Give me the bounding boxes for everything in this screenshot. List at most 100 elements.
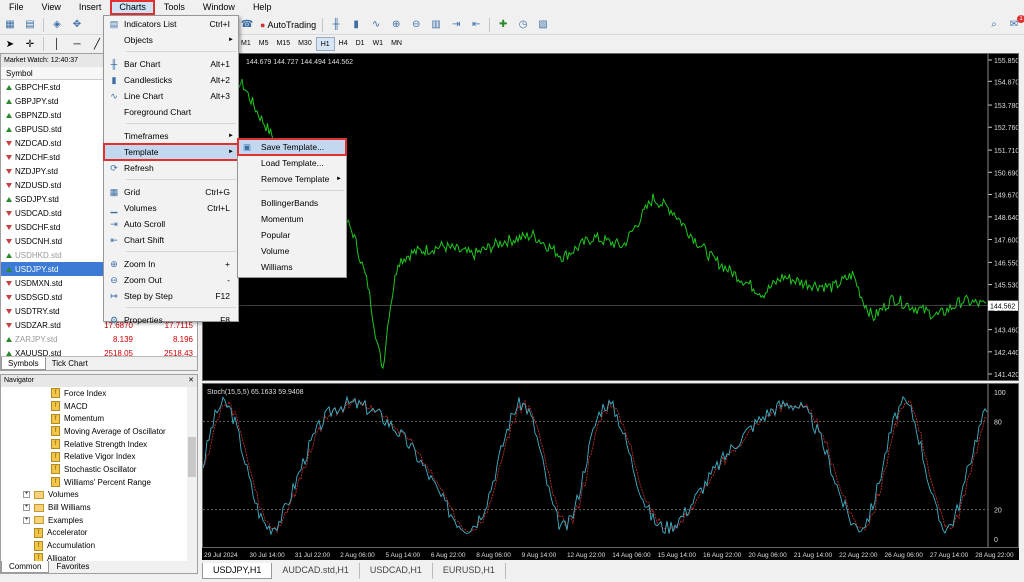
menu-item-refresh[interactable]: ⟳ Refresh xyxy=(104,160,238,176)
market-watch-icon[interactable]: ◈ xyxy=(49,17,65,32)
chart-shift-icon: ⇤ xyxy=(110,234,118,245)
submenu-item-bollingerbands[interactable]: BollingerBands xyxy=(238,195,346,211)
stochastic-subwindow[interactable]: Stoch(15,5,5) 65.1633 59.9408 100 80 20 0 xyxy=(202,383,1019,548)
scrollbar-thumb[interactable] xyxy=(188,437,196,477)
navigator-item[interactable]: f MACD xyxy=(1,400,197,413)
menu-item-zoom-out[interactable]: ⊖ Zoom Out - xyxy=(104,272,238,288)
menu-file[interactable]: File xyxy=(0,0,33,15)
indicators-tool-icon[interactable]: ✚ xyxy=(495,17,511,32)
menu-item-foreground-chart[interactable]: Foreground Chart xyxy=(104,104,238,120)
submenu-item-popular[interactable]: Popular xyxy=(238,227,346,243)
navigator-item[interactable]: f Relative Strength Index xyxy=(1,438,197,451)
vertical-line-icon[interactable]: │ xyxy=(49,37,65,52)
indicator-icon: f xyxy=(34,527,43,538)
menu-item-template[interactable]: Template ► xyxy=(103,143,239,161)
menu-item-chart-shift[interactable]: ⇤ Chart Shift xyxy=(104,232,238,248)
periods-tool-icon[interactable]: ◷ xyxy=(515,17,531,32)
crosshair-icon[interactable]: ✛ xyxy=(22,37,38,52)
menu-window[interactable]: Window xyxy=(194,0,244,15)
chart-shift-tool-icon[interactable]: ⇤ xyxy=(468,17,484,32)
tab-tick-chart[interactable]: Tick Chart xyxy=(46,357,94,370)
market-watch-row[interactable]: ZARJPY.std 8.139 8.196 xyxy=(1,332,197,346)
navigator-item[interactable]: f Stochastic Oscillator xyxy=(1,463,197,476)
close-icon[interactable]: ✕ xyxy=(188,375,197,387)
menu-item-zoom-in[interactable]: ⊕ Zoom In + xyxy=(104,256,238,272)
autotrading-button[interactable]: ● AutoTrading xyxy=(257,20,319,30)
line-chart-tool-icon[interactable]: ∿ xyxy=(368,17,384,32)
tile-windows-icon[interactable]: ▥ xyxy=(428,17,444,32)
navigator-item[interactable]: f Force Index xyxy=(1,387,197,400)
bar-chart-tool-icon[interactable]: ╫ xyxy=(328,17,344,32)
zoom-in-tool-icon[interactable]: ⊕ xyxy=(388,17,404,32)
menu-tools[interactable]: Tools xyxy=(155,0,194,15)
new-chart-icon[interactable]: ▦ xyxy=(2,17,18,32)
navigator-icon[interactable]: ✥ xyxy=(69,17,85,32)
menu-item-timeframes[interactable]: Timeframes ► xyxy=(104,128,238,144)
menu-item-label: Step by Step xyxy=(124,291,173,301)
menu-charts[interactable]: Charts xyxy=(110,0,155,15)
submenu-item-remove-template[interactable]: Remove Template ► xyxy=(238,171,346,187)
candlesticks-tool-icon[interactable]: ▮ xyxy=(348,17,364,32)
timeframe-m15[interactable]: M15 xyxy=(272,37,294,51)
cursor-icon[interactable]: ➤ xyxy=(2,37,18,52)
timeframe-m30[interactable]: M30 xyxy=(294,37,316,51)
menu-insert[interactable]: Insert xyxy=(70,0,111,15)
expand-icon[interactable]: + xyxy=(23,491,30,499)
expand-icon[interactable]: + xyxy=(23,504,30,512)
menu-item-step-by-step[interactable]: ↦ Step by Step F12 xyxy=(104,288,238,304)
submenu-item-williams[interactable]: Williams xyxy=(238,259,346,275)
navigator-item[interactable]: f Momentum xyxy=(1,412,197,425)
menu-help[interactable]: Help xyxy=(244,0,281,15)
submenu-item-momentum[interactable]: Momentum xyxy=(238,211,346,227)
templates-tool-icon[interactable]: ▧ xyxy=(535,17,551,32)
menu-item-auto-scroll[interactable]: ⇥ Auto Scroll xyxy=(104,216,238,232)
navigator-item[interactable]: f Accelerator xyxy=(1,527,197,540)
menu-item-indicators-list[interactable]: ▤ Indicators List Ctrl+I xyxy=(104,16,238,32)
chart-tab[interactable]: USDCAD,H1 xyxy=(360,563,433,579)
zoom-out-tool-icon[interactable]: ⊖ xyxy=(408,17,424,32)
timeframe-h4[interactable]: H4 xyxy=(335,37,352,51)
symbol-name: NZDCAD.std xyxy=(15,138,62,148)
navigator-scrollbar[interactable] xyxy=(187,387,197,563)
menu-item-bar-chart[interactable]: ╫ Bar Chart Alt+1 xyxy=(104,56,238,72)
submenu-item-load-template[interactable]: Load Template... xyxy=(238,155,346,171)
navigator-item[interactable]: + Volumes xyxy=(1,489,197,502)
tab-common[interactable]: Common xyxy=(1,561,50,573)
chart-tab[interactable]: AUDCAD.std,H1 xyxy=(272,563,360,579)
timeframe-h1[interactable]: H1 xyxy=(315,37,335,51)
metaeditor-icon[interactable]: ☎ xyxy=(239,17,255,32)
timeframe-m5[interactable]: M5 xyxy=(255,37,273,51)
submenu-item-volume[interactable]: Volume xyxy=(238,243,346,259)
timeframe-mn[interactable]: MN xyxy=(387,37,406,51)
timeframe-d1[interactable]: D1 xyxy=(352,37,369,51)
search-icon[interactable]: ⌕ xyxy=(986,17,1002,32)
chart-tab[interactable]: USDJPY,H1 xyxy=(202,563,273,579)
timeframe-w1[interactable]: W1 xyxy=(369,37,388,51)
tab-favorites[interactable]: Favorites xyxy=(49,561,96,573)
menu-item-objects[interactable]: Objects ► xyxy=(104,32,238,48)
menu-item-volumes[interactable]: ▁ Volumes Ctrl+L xyxy=(104,200,238,216)
menu-item-properties[interactable]: ⚙ Properties... F8 xyxy=(104,312,238,328)
navigator-item[interactable]: + Bill Williams xyxy=(1,501,197,514)
navigator-item[interactable]: f Accumulation xyxy=(1,539,197,552)
menu-view[interactable]: View xyxy=(33,0,70,15)
navigator-item[interactable]: f Williams' Percent Range xyxy=(1,476,197,489)
navigator-item[interactable]: f Moving Average of Oscillator xyxy=(1,425,197,438)
chart-tab[interactable]: EURUSD,H1 xyxy=(433,563,506,579)
submenu-item-label: Remove Template xyxy=(261,174,330,184)
menu-item-candlesticks[interactable]: ▮ Candlesticks Alt+2 xyxy=(104,72,238,88)
timeframe-m1[interactable]: M1 xyxy=(237,37,255,51)
menu-item-grid[interactable]: ▦ Grid Ctrl+G xyxy=(104,184,238,200)
menu-item-line-chart[interactable]: ∿ Line Chart Alt+3 xyxy=(104,88,238,104)
navigator-item[interactable]: + Examples xyxy=(1,514,197,527)
expand-icon[interactable]: + xyxy=(23,516,30,524)
navigator-item[interactable]: f Relative Vigor Index xyxy=(1,450,197,463)
submenu-item-save-template[interactable]: ▣ Save Template... xyxy=(237,138,347,156)
auto-scroll-tool-icon[interactable]: ⇥ xyxy=(448,17,464,32)
profiles-icon[interactable]: ▤ xyxy=(22,17,38,32)
arrow-up-icon xyxy=(6,266,12,272)
tab-symbols[interactable]: Symbols xyxy=(1,357,46,370)
horizontal-line-icon[interactable]: ─ xyxy=(69,37,85,52)
time-tick-label: 27 Aug 14:00 xyxy=(930,552,969,559)
notification-icon[interactable]: ✉ 1 xyxy=(1006,15,1024,32)
